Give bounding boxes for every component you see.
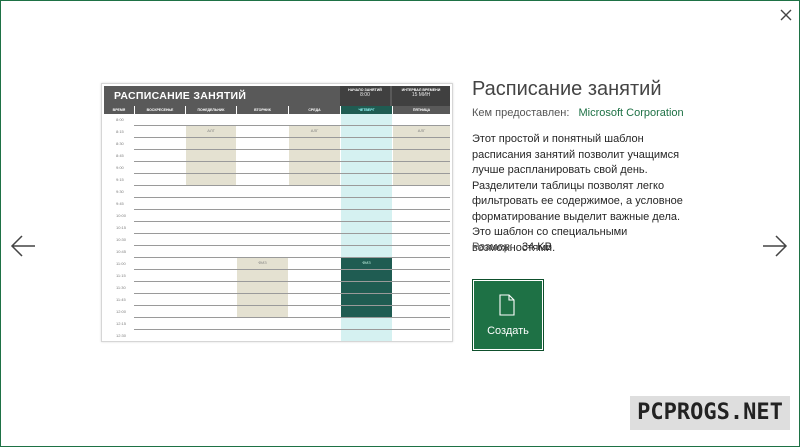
preview-day-sun: ВОСКРЕСЕНЬЕ xyxy=(135,106,185,114)
preview-row-line xyxy=(134,293,450,294)
template-preview: РАСПИСАНИЕ ЗАНЯТИЙ НАЧАЛО ЗАНЯТИЙ 8:00 И… xyxy=(101,83,453,342)
preview-row-line xyxy=(134,221,450,222)
preview-block-mon-label: АЛГ xyxy=(207,128,215,133)
preview-block-tue: ФИЗ xyxy=(237,257,288,317)
preview-row-line xyxy=(134,245,450,246)
preview-day-headers: ВРЕМЯ ВОСКРЕСЕНЬЕ ПОНЕДЕЛЬНИК ВТОРНИК СР… xyxy=(104,106,450,114)
watermark: PCPROGS.NET xyxy=(630,396,790,430)
preview-interval-box: ИНТЕРВАЛ ВРЕМЕНИ 15 МИН xyxy=(392,86,450,106)
preview-time-label: 12:00 xyxy=(116,309,127,314)
template-description: Этот простой и понятный шаблон расписани… xyxy=(472,133,683,254)
preview-time-label: 9:45 xyxy=(116,201,124,206)
preview-day-tue: ВТОРНИК xyxy=(237,106,288,114)
provider-value: Microsoft Corporation xyxy=(578,107,684,119)
preview-day-wed: СРЕДА xyxy=(289,106,340,114)
preview-time-label: 10:30 xyxy=(116,237,127,242)
preview-block-wed-label: АЛГ xyxy=(310,128,319,133)
close-icon[interactable] xyxy=(776,5,796,25)
preview-time-label: 8:15 xyxy=(116,129,124,134)
preview-row-line xyxy=(134,197,450,198)
arrow-left-icon[interactable] xyxy=(8,231,38,261)
preview-row-line xyxy=(134,209,450,210)
preview-block-tue-label: ФИЗ xyxy=(258,260,267,265)
size-value: 34 KB xyxy=(521,241,552,253)
preview-row-line xyxy=(134,161,450,162)
preview-time-label: 9:15 xyxy=(116,177,124,182)
preview-time-label: 8:30 xyxy=(116,141,124,146)
preview-time-label: 11:00 xyxy=(116,261,126,266)
size-line: Размер: 34 KB xyxy=(472,241,552,253)
preview-time-label: 10:00 xyxy=(116,213,127,218)
preview-block-wed: АЛГ xyxy=(289,125,340,185)
preview-row-line xyxy=(134,269,450,270)
preview-time-label: 9:00 xyxy=(116,165,124,170)
document-icon xyxy=(499,294,515,316)
preview-row-line xyxy=(134,257,450,258)
preview-row-line xyxy=(134,149,450,150)
preview-block-thu-label: ФИЗ xyxy=(362,260,371,265)
preview-row-line xyxy=(134,125,450,126)
size-label: Размер: xyxy=(472,241,513,253)
preview-row-line xyxy=(134,281,450,282)
preview-time-label: 12:15 xyxy=(116,321,127,326)
provider-label: Кем предоставлен: xyxy=(472,107,570,119)
preview-row-line xyxy=(134,305,450,306)
preview-row-line xyxy=(134,317,450,318)
preview-time-label: 11:15 xyxy=(116,273,126,278)
preview-time-label: 8:00 xyxy=(116,117,124,122)
preview-header: РАСПИСАНИЕ ЗАНЯТИЙ НАЧАЛО ЗАНЯТИЙ 8:00 И… xyxy=(104,86,450,106)
preview-interval-value: 15 МИН xyxy=(411,92,431,99)
preview-start-value: 8:00 xyxy=(360,92,370,99)
preview-row-line xyxy=(134,173,450,174)
preview-time-label: 12:30 xyxy=(116,333,127,338)
preview-row-line xyxy=(134,341,450,342)
arrow-right-icon[interactable] xyxy=(760,231,790,261)
preview-grid: АЛГ АЛГ АЛГ ФИЗ ФИЗ 8:00 8:15 8:30 8:45 9:00… xyxy=(104,114,450,341)
create-label: Создать xyxy=(487,325,529,337)
preview-title: РАСПИСАНИЕ ЗАНЯТИЙ xyxy=(114,90,247,102)
create-button[interactable]: Создать xyxy=(472,279,544,351)
preview-time-label: 11:30 xyxy=(116,285,126,290)
preview-day-time: ВРЕМЯ xyxy=(104,106,134,114)
preview-time-label: 8:45 xyxy=(116,153,124,158)
preview-start-box: НАЧАЛО ЗАНЯТИЙ 8:00 xyxy=(340,86,390,106)
provider-line: Кем предоставлен: Microsoft Corporation xyxy=(472,107,684,119)
preview-block-fri: АЛГ xyxy=(393,125,450,185)
preview-block-thu: ФИЗ xyxy=(341,257,392,317)
preview-day-mon: ПОНЕДЕЛЬНИК xyxy=(186,106,236,114)
preview-day-thu: ЧЕТВЕРГ xyxy=(341,106,392,114)
preview-row-line xyxy=(134,329,450,330)
preview-time-label: 10:45 xyxy=(116,249,127,254)
preview-block-fri-label: АЛГ xyxy=(417,128,426,133)
preview-day-fri: ПЯТНИЦА xyxy=(393,106,450,114)
preview-time-label: 10:15 xyxy=(116,225,127,230)
preview-row-line xyxy=(134,137,450,138)
template-title: Расписание занятий xyxy=(472,78,662,100)
preview-block-mon: АЛГ xyxy=(186,125,236,185)
preview-row-line xyxy=(134,233,450,234)
preview-time-label: 11:45 xyxy=(116,297,126,302)
preview-time-label: 9:30 xyxy=(116,189,124,194)
preview-row-line xyxy=(134,185,450,186)
